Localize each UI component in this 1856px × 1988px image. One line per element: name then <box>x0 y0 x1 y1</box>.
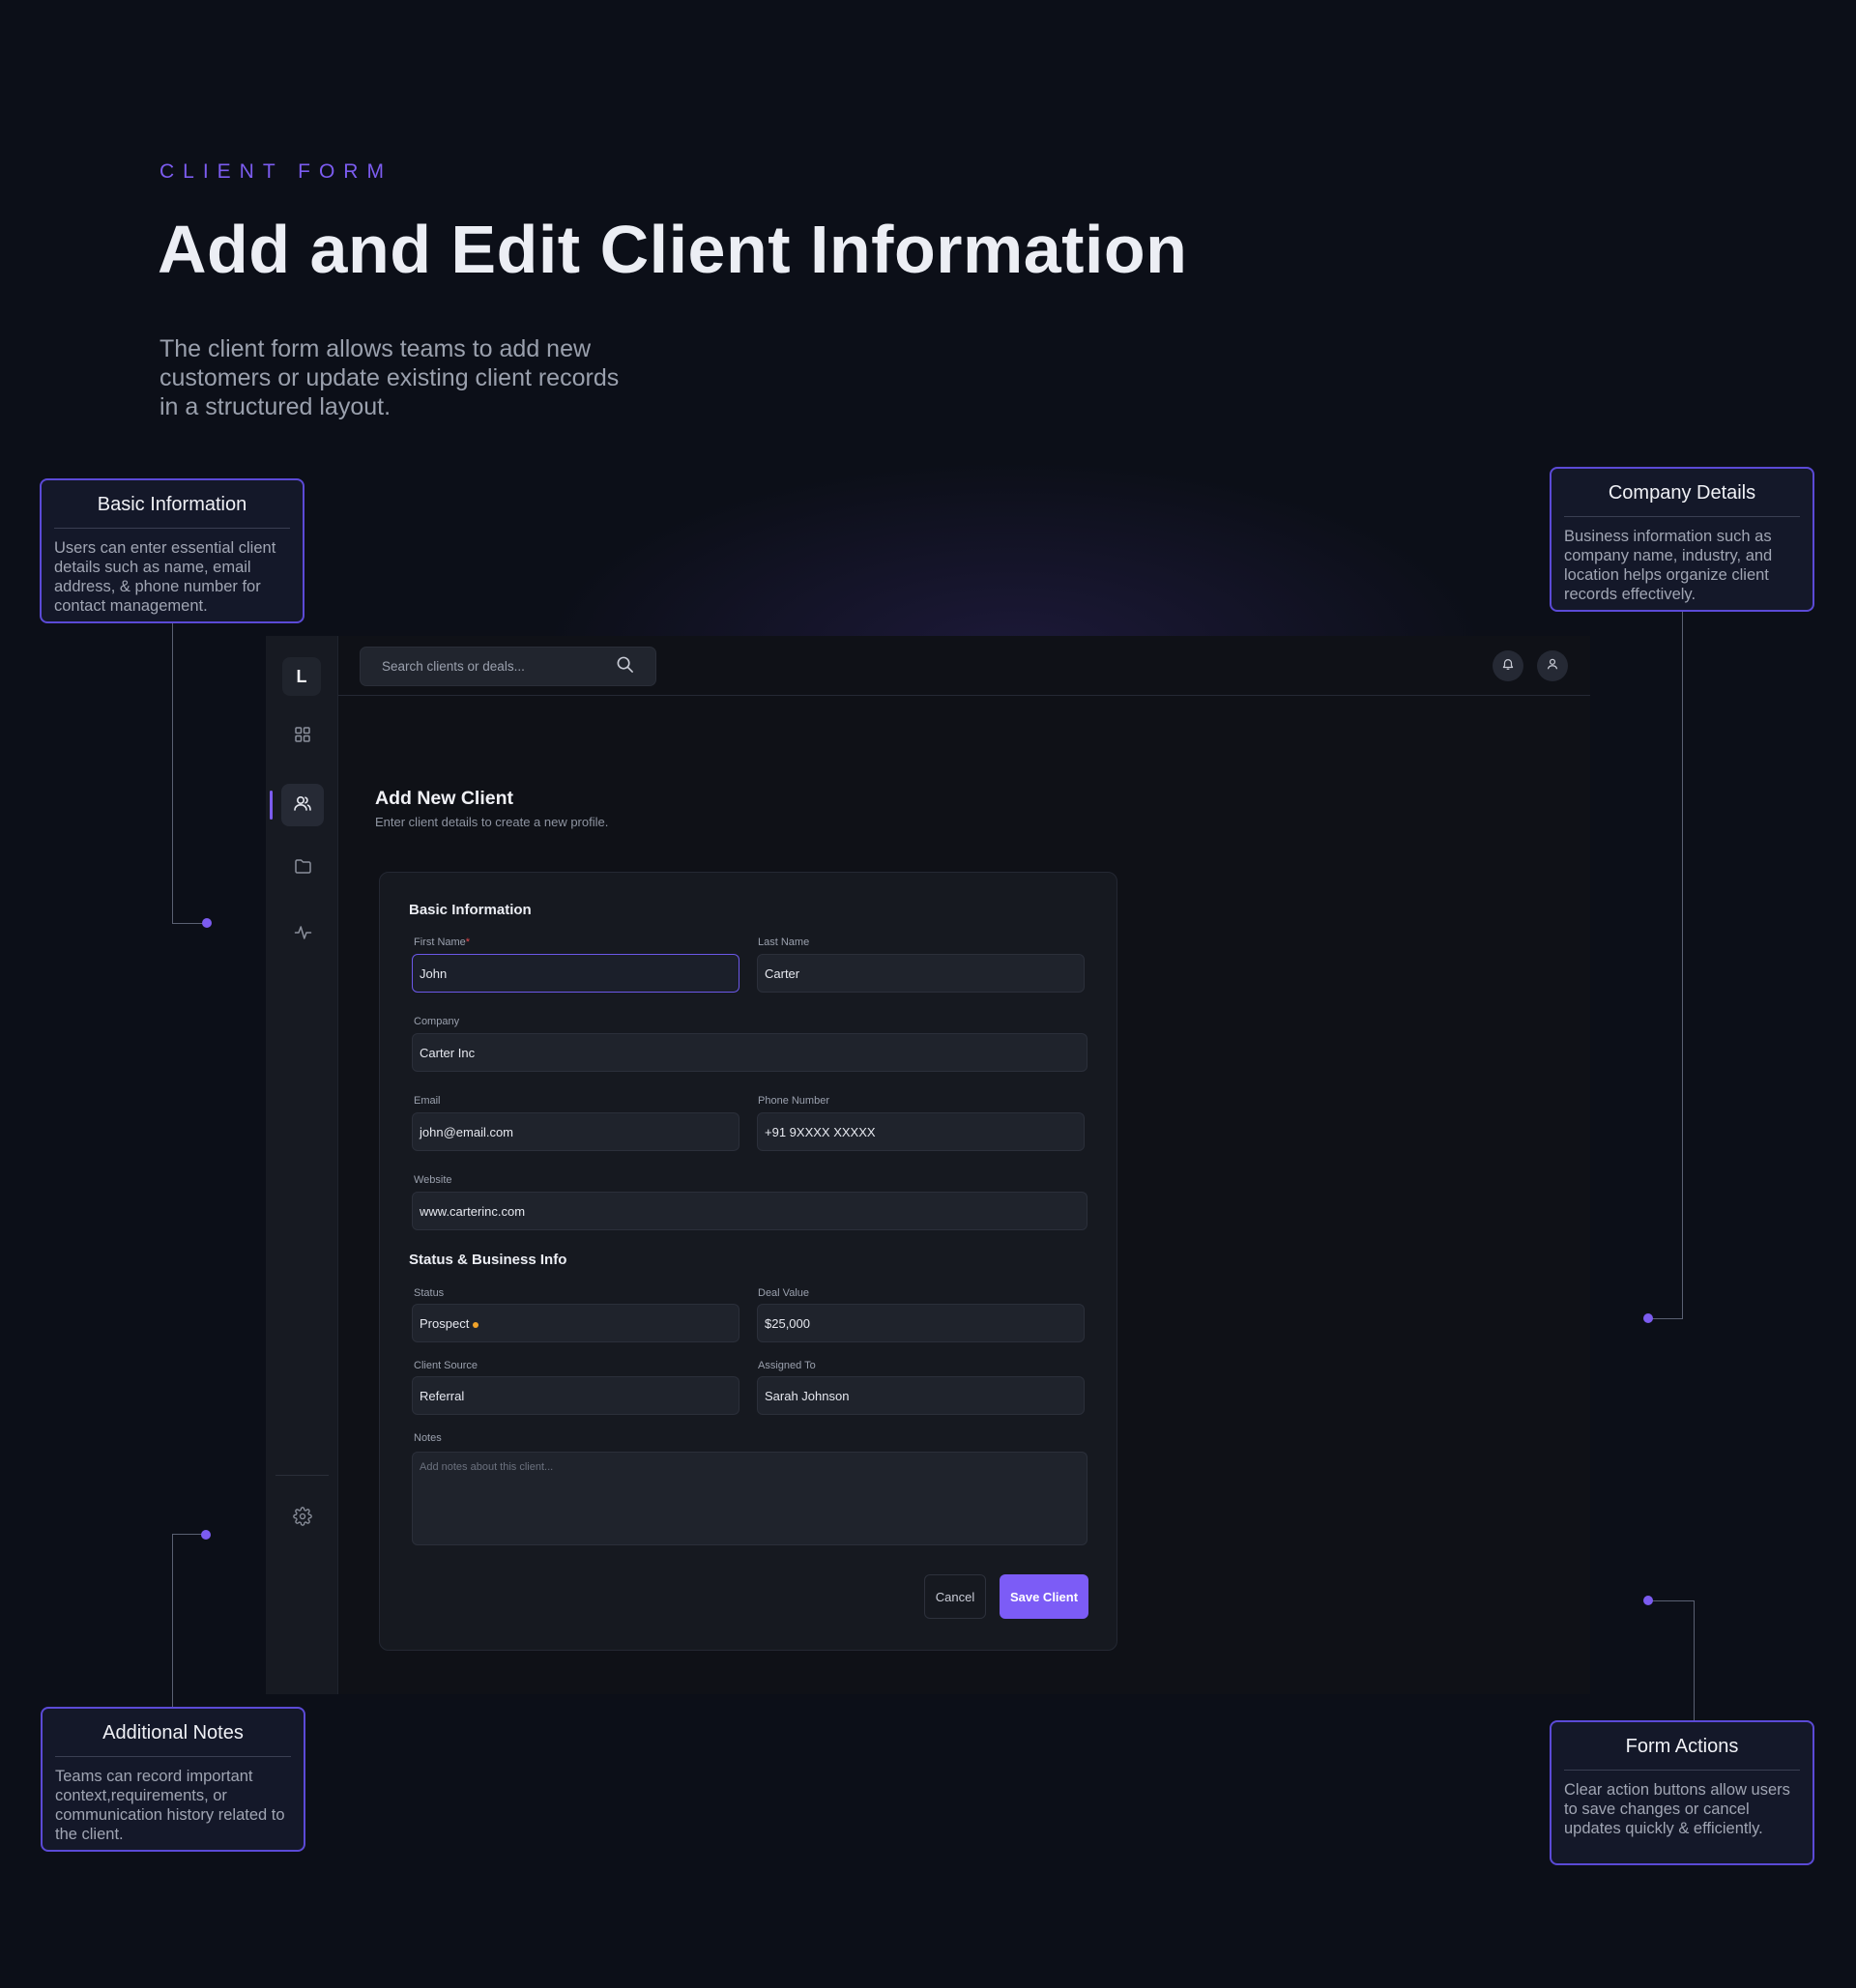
active-indicator <box>270 791 273 820</box>
callout-company-details: Company Details Business information suc… <box>1550 467 1814 612</box>
profile-button[interactable] <box>1537 650 1568 681</box>
callout-text: Business information such as company nam… <box>1564 528 1773 603</box>
page-description: The client form allows teams to add new … <box>160 335 620 420</box>
phone-label: Phone Number <box>758 1095 829 1107</box>
callout-text: Clear action buttons allow users to save… <box>1564 1781 1790 1837</box>
section-title-basic: Basic Information <box>409 902 532 918</box>
notes-textarea[interactable]: Add notes about this client... <box>412 1452 1088 1545</box>
connector-dot <box>1643 1313 1653 1323</box>
status-dot <box>473 1321 479 1328</box>
form-title: Add New Client <box>375 788 514 809</box>
section-title-status: Status & Business Info <box>409 1252 567 1268</box>
page-title: Add and Edit Client Information <box>158 212 1188 287</box>
callout-additional-notes: Additional Notes Teams can record import… <box>41 1707 305 1852</box>
client-form-card: Basic Information First Name* John Last … <box>379 872 1117 1651</box>
callout-title: Form Actions <box>1564 1736 1800 1771</box>
callout-title: Company Details <box>1564 482 1800 517</box>
sidebar-item-projects[interactable] <box>281 848 324 890</box>
first-name-field[interactable]: John <box>412 954 740 993</box>
app-window: L Search clients or deals... Add New Cli… <box>266 636 1590 1694</box>
callout-title: Additional Notes <box>55 1722 291 1757</box>
notifications-button[interactable] <box>1493 650 1523 681</box>
connector-line <box>1648 1600 1695 1720</box>
status-select[interactable]: Prospect <box>412 1304 740 1342</box>
notes-label: Notes <box>414 1432 442 1444</box>
app-logo[interactable]: L <box>282 657 321 696</box>
section-eyebrow: CLIENT FORM <box>160 160 392 183</box>
last-name-label: Last Name <box>758 936 810 948</box>
website-field[interactable]: www.carterinc.com <box>412 1192 1088 1230</box>
bell-icon <box>1501 657 1515 676</box>
sidebar-item-dashboard[interactable] <box>281 715 324 758</box>
callout-form-actions: Form Actions Clear action buttons allow … <box>1550 1720 1814 1865</box>
client-source-label: Client Source <box>414 1360 478 1371</box>
last-name-field[interactable]: Carter <box>757 954 1085 993</box>
connector-line <box>1648 612 1683 1319</box>
status-value: Prospect <box>420 1315 470 1331</box>
connector-line <box>172 623 207 924</box>
assigned-to-select[interactable]: Sarah Johnson <box>757 1376 1085 1415</box>
status-label: Status <box>414 1287 445 1299</box>
folder-icon <box>294 858 312 879</box>
callout-text: Users can enter essential client details… <box>54 539 276 615</box>
client-source-select[interactable]: Referral <box>412 1376 740 1415</box>
gear-icon <box>293 1506 312 1531</box>
sidebar: L <box>266 636 338 1694</box>
user-icon <box>1546 657 1559 676</box>
activity-icon <box>294 924 312 945</box>
connector-dot <box>201 1530 211 1540</box>
callout-title: Basic Information <box>54 494 290 529</box>
connector-line <box>172 1534 206 1707</box>
search-input[interactable]: Search clients or deals... <box>382 659 616 674</box>
sidebar-item-settings[interactable] <box>281 1497 324 1540</box>
company-field[interactable]: Carter Inc <box>412 1033 1088 1072</box>
deal-value-field[interactable]: $25,000 <box>757 1304 1085 1342</box>
save-client-button[interactable]: Save Client <box>1000 1574 1088 1619</box>
company-label: Company <box>414 1016 460 1027</box>
connector-dot <box>202 918 212 928</box>
first-name-label: First Name* <box>414 936 471 948</box>
sidebar-item-clients[interactable] <box>281 784 324 826</box>
sidebar-item-activity[interactable] <box>281 913 324 956</box>
callout-text: Teams can record important context,requi… <box>55 1768 285 1843</box>
grid-icon <box>294 726 311 748</box>
sidebar-divider <box>276 1475 329 1476</box>
website-label: Website <box>414 1174 452 1186</box>
topbar: Search clients or deals... <box>338 636 1590 696</box>
connector-dot <box>1643 1596 1653 1605</box>
deal-value-label: Deal Value <box>758 1287 809 1299</box>
assigned-to-label: Assigned To <box>758 1360 816 1371</box>
search-icon[interactable] <box>616 655 634 678</box>
cancel-button[interactable]: Cancel <box>924 1574 986 1619</box>
callout-basic-information: Basic Information Users can enter essent… <box>40 478 304 623</box>
users-icon <box>293 794 312 817</box>
email-label: Email <box>414 1095 441 1107</box>
form-subtitle: Enter client details to create a new pro… <box>375 815 609 829</box>
phone-field[interactable]: +91 9XXXX XXXXX <box>757 1112 1085 1151</box>
email-field[interactable]: john@email.com <box>412 1112 740 1151</box>
search-bar[interactable]: Search clients or deals... <box>360 647 656 686</box>
